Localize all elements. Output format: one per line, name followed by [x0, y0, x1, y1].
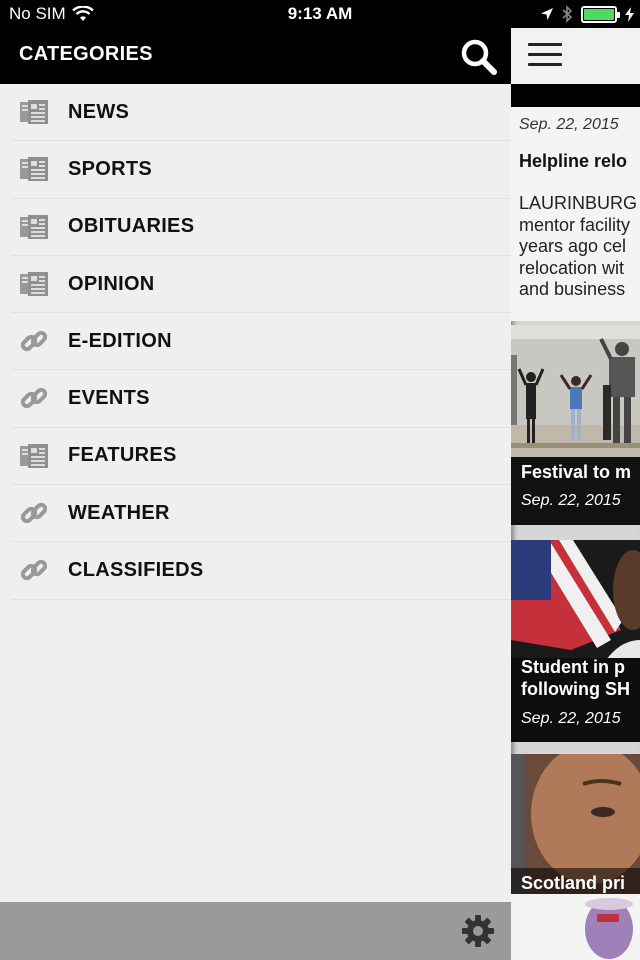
category-item-e-edition[interactable]: E-EDITION	[12, 313, 511, 371]
article-photo	[511, 754, 640, 960]
category-label: EVENTS	[68, 387, 150, 410]
document-icon	[19, 271, 49, 297]
gear-icon	[462, 915, 494, 947]
article-title: Festival to m	[521, 462, 632, 482]
link-icon	[19, 557, 49, 583]
settings-button[interactable]	[461, 914, 495, 948]
feed-divider	[511, 84, 640, 107]
document-icon	[19, 214, 49, 240]
news-feed-panel[interactable]: Sep. 22, 2015 Helpline relo LAURINBURG m…	[511, 28, 640, 960]
location-arrow-icon	[541, 8, 553, 20]
article-date: Sep. 22, 2015	[521, 492, 621, 509]
category-item-opinion[interactable]: OPINION	[12, 256, 511, 314]
document-icon	[19, 156, 49, 182]
category-label: NEWS	[68, 100, 130, 123]
category-item-classifieds[interactable]: CLASSIFIEDS	[12, 542, 511, 600]
hamburger-icon	[528, 43, 562, 46]
link-icon	[19, 500, 49, 526]
category-label: SPORTS	[68, 157, 153, 180]
category-item-features[interactable]: FEATURES	[12, 428, 511, 486]
document-icon	[19, 99, 49, 125]
category-item-obituaries[interactable]: OBITUARIES	[12, 199, 511, 256]
link-icon	[19, 385, 49, 411]
category-label: OBITUARIES	[68, 215, 195, 238]
article-excerpt: LAURINBURG mentor facility years ago cel…	[519, 193, 638, 299]
search-icon	[461, 39, 497, 75]
article-card[interactable]: Festival to m Sep. 22, 2015	[511, 325, 640, 525]
category-label: OPINION	[68, 272, 155, 295]
article-card[interactable]: Sep. 22, 2015 Helpline relo LAURINBURG m…	[511, 107, 640, 321]
drawer-header: CATEGORIES	[0, 28, 511, 84]
category-label: WEATHER	[68, 501, 170, 524]
menu-button[interactable]	[528, 43, 562, 67]
drawer-title: CATEGORIES	[19, 43, 153, 65]
category-label: E-EDITION	[68, 329, 172, 352]
search-button[interactable]	[459, 37, 499, 77]
feed-header	[511, 28, 640, 84]
category-list: NEWS SPORTS OBITUARIES OPINION E-EDITION EVEN…	[0, 84, 511, 600]
category-label: CLASSIFIEDS	[68, 559, 204, 582]
article-date: Sep. 22, 2015	[519, 116, 619, 133]
document-icon	[19, 443, 49, 469]
article-title: Scotland pri	[521, 873, 626, 893]
link-icon	[19, 328, 49, 354]
article-card[interactable]: Scotland pri	[511, 754, 640, 960]
article-title: Helpline relo	[519, 151, 628, 171]
charging-bolt-icon	[625, 6, 634, 22]
category-item-news[interactable]: NEWS	[12, 84, 511, 142]
article-card[interactable]: Student in p following SH Sep. 22, 2015	[511, 540, 640, 742]
battery-icon	[581, 5, 620, 23]
category-item-sports[interactable]: SPORTS	[12, 141, 511, 199]
category-item-weather[interactable]: WEATHER	[12, 485, 511, 543]
drawer-footer	[0, 902, 511, 960]
article-date: Sep. 22, 2015	[521, 710, 621, 727]
category-label: FEATURES	[68, 444, 177, 467]
article-title: Student in p following SH	[521, 657, 630, 699]
status-bar: No SIM 9:13 AM	[0, 0, 640, 28]
categories-drawer: CATEGORIES NEWS SPORTS OBITUARIES OPINION E-…	[0, 28, 511, 960]
category-item-events[interactable]: EVENTS	[12, 370, 511, 428]
bluetooth-icon	[562, 5, 573, 23]
